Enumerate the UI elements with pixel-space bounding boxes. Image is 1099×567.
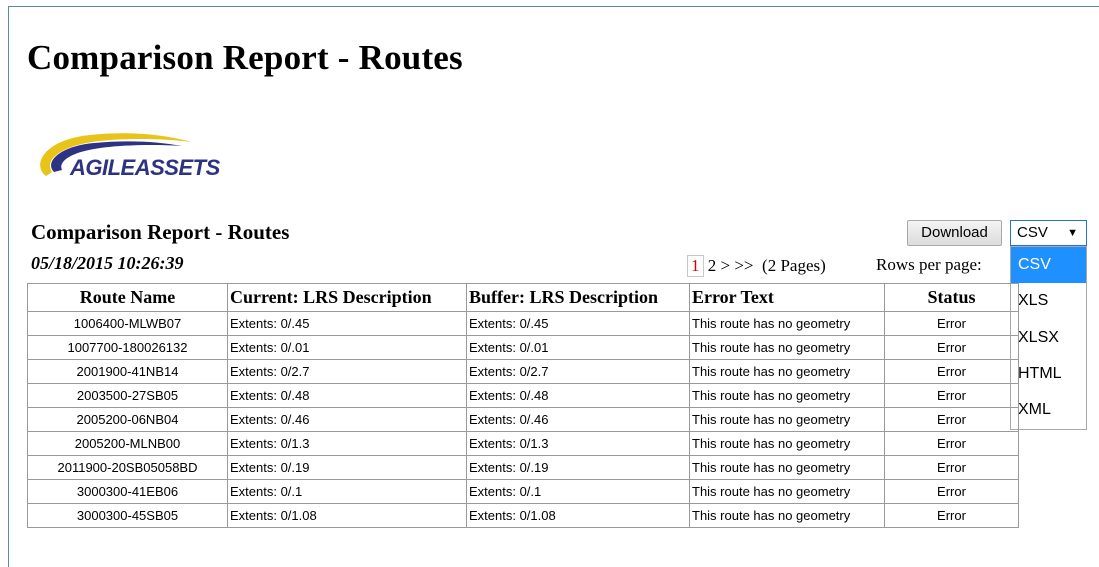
- table-row: 1006400-MLWB07 Extents: 0/.45 Extents: 0/.…: [27, 311, 1019, 336]
- column-header-route-name[interactable]: Route Name: [27, 283, 228, 312]
- buffer-lrs-cell: Extents: 0/.48: [466, 383, 690, 408]
- buffer-lrs-cell: Extents: 0/.45: [466, 311, 690, 336]
- format-option-xlsx[interactable]: XLSX: [1011, 321, 1086, 355]
- status-cell: Error: [884, 503, 1019, 528]
- current-lrs-cell: Extents: 0/.46: [227, 407, 467, 432]
- route-name-cell: 2001900-41NB14: [27, 359, 228, 384]
- format-option-csv[interactable]: CSV: [1011, 247, 1086, 283]
- agileassets-logo: AGILEASSETS: [32, 132, 222, 189]
- page-last-link[interactable]: >>: [734, 256, 753, 275]
- status-cell: Error: [884, 431, 1019, 456]
- buffer-lrs-cell: Extents: 0/.1: [466, 479, 690, 504]
- column-header-status[interactable]: Status: [884, 283, 1019, 312]
- route-name-cell: 2005200-06NB04: [27, 407, 228, 432]
- table-row: 1007700-180026132 Extents: 0/.01 Extents: …: [27, 335, 1019, 360]
- status-cell: Error: [884, 383, 1019, 408]
- error-text-cell: This route has no geometry: [689, 335, 885, 360]
- table-row: 3000300-45SB05 Extents: 0/1.08 Extents: 0/…: [27, 503, 1019, 528]
- status-cell: Error: [884, 479, 1019, 504]
- format-option-xls[interactable]: XLS: [1011, 284, 1086, 318]
- error-text-cell: This route has no geometry: [689, 383, 885, 408]
- table-row: 3000300-41EB06 Extents: 0/.1 Extents: 0/.1…: [27, 479, 1019, 504]
- buffer-lrs-cell: Extents: 0/1.08: [466, 503, 690, 528]
- format-option-xml[interactable]: XML: [1011, 393, 1086, 427]
- route-name-cell: 3000300-45SB05: [27, 503, 228, 528]
- error-text-cell: This route has no geometry: [689, 311, 885, 336]
- page-title: Comparison Report - Routes: [27, 38, 463, 77]
- format-select[interactable]: CSV ▼: [1010, 220, 1087, 246]
- page-next-link[interactable]: >: [721, 256, 731, 275]
- route-name-cell: 2005200-MLNB00: [27, 431, 228, 456]
- buffer-lrs-cell: Extents: 0/.46: [466, 407, 690, 432]
- column-header-error-text[interactable]: Error Text: [689, 283, 885, 312]
- buffer-lrs-cell: Extents: 0/1.3: [466, 431, 690, 456]
- route-name-cell: 1006400-MLWB07: [27, 311, 228, 336]
- report-timestamp: 05/18/2015 10:26:39: [31, 253, 184, 273]
- current-lrs-cell: Extents: 0/.1: [227, 479, 467, 504]
- route-name-cell: 3000300-41EB06: [27, 479, 228, 504]
- error-text-cell: This route has no geometry: [689, 407, 885, 432]
- status-cell: Error: [884, 359, 1019, 384]
- buffer-lrs-cell: Extents: 0/.19: [466, 455, 690, 480]
- pagination: 1 2 > >> (2 Pages): [687, 255, 826, 277]
- table-header-row: Route Name Current: LRS Description Buff…: [27, 283, 1019, 312]
- route-name-cell: 2003500-27SB05: [27, 383, 228, 408]
- table-row: 2001900-41NB14 Extents: 0/2.7 Extents: 0/2…: [27, 359, 1019, 384]
- status-cell: Error: [884, 311, 1019, 336]
- current-lrs-cell: Extents: 0/.19: [227, 455, 467, 480]
- report-title: Comparison Report - Routes: [31, 220, 290, 244]
- table-row: 2011900-20SB05058BD Extents: 0/.19 Extents…: [27, 455, 1019, 480]
- format-option-html[interactable]: HTML: [1011, 357, 1086, 391]
- error-text-cell: This route has no geometry: [689, 359, 885, 384]
- current-lrs-cell: Extents: 0/1.3: [227, 431, 467, 456]
- status-cell: Error: [884, 407, 1019, 432]
- route-name-cell: 2011900-20SB05058BD: [27, 455, 228, 480]
- format-select-value: CSV: [1017, 224, 1048, 241]
- format-dropdown-list: CSV XLS XLSX HTML XML: [1010, 246, 1087, 430]
- status-cell: Error: [884, 335, 1019, 360]
- buffer-lrs-cell: Extents: 0/.01: [466, 335, 690, 360]
- table-row: 2003500-27SB05 Extents: 0/.48 Extents: 0/.…: [27, 383, 1019, 408]
- report-table: Route Name Current: LRS Description Buff…: [27, 283, 1019, 528]
- table-row: 2005200-MLNB00 Extents: 0/1.3 Extents: 0/1…: [27, 431, 1019, 456]
- error-text-cell: This route has no geometry: [689, 479, 885, 504]
- chevron-down-icon: ▼: [1067, 227, 1078, 239]
- download-button[interactable]: Download: [907, 220, 1002, 246]
- table-body: 1006400-MLWB07 Extents: 0/.45 Extents: 0/.…: [27, 311, 1019, 528]
- svg-text:AGILEASSETS: AGILEASSETS: [69, 155, 221, 180]
- current-lrs-cell: Extents: 0/.48: [227, 383, 467, 408]
- error-text-cell: This route has no geometry: [689, 503, 885, 528]
- route-name-cell: 1007700-180026132: [27, 335, 228, 360]
- error-text-cell: This route has no geometry: [689, 455, 885, 480]
- column-header-buffer-lrs[interactable]: Buffer: LRS Description: [466, 283, 690, 312]
- column-header-current-lrs[interactable]: Current: LRS Description: [227, 283, 467, 312]
- page-link-2[interactable]: 2: [708, 256, 717, 275]
- buffer-lrs-cell: Extents: 0/2.7: [466, 359, 690, 384]
- rows-per-page-label: Rows per page:: [876, 255, 982, 274]
- current-lrs-cell: Extents: 0/.01: [227, 335, 467, 360]
- status-cell: Error: [884, 455, 1019, 480]
- current-lrs-cell: Extents: 0/2.7: [227, 359, 467, 384]
- table-row: 2005200-06NB04 Extents: 0/.46 Extents: 0/.…: [27, 407, 1019, 432]
- current-lrs-cell: Extents: 0/.45: [227, 311, 467, 336]
- error-text-cell: This route has no geometry: [689, 431, 885, 456]
- page-current: 1: [687, 255, 704, 277]
- page-count: (2 Pages): [762, 256, 826, 275]
- current-lrs-cell: Extents: 0/1.08: [227, 503, 467, 528]
